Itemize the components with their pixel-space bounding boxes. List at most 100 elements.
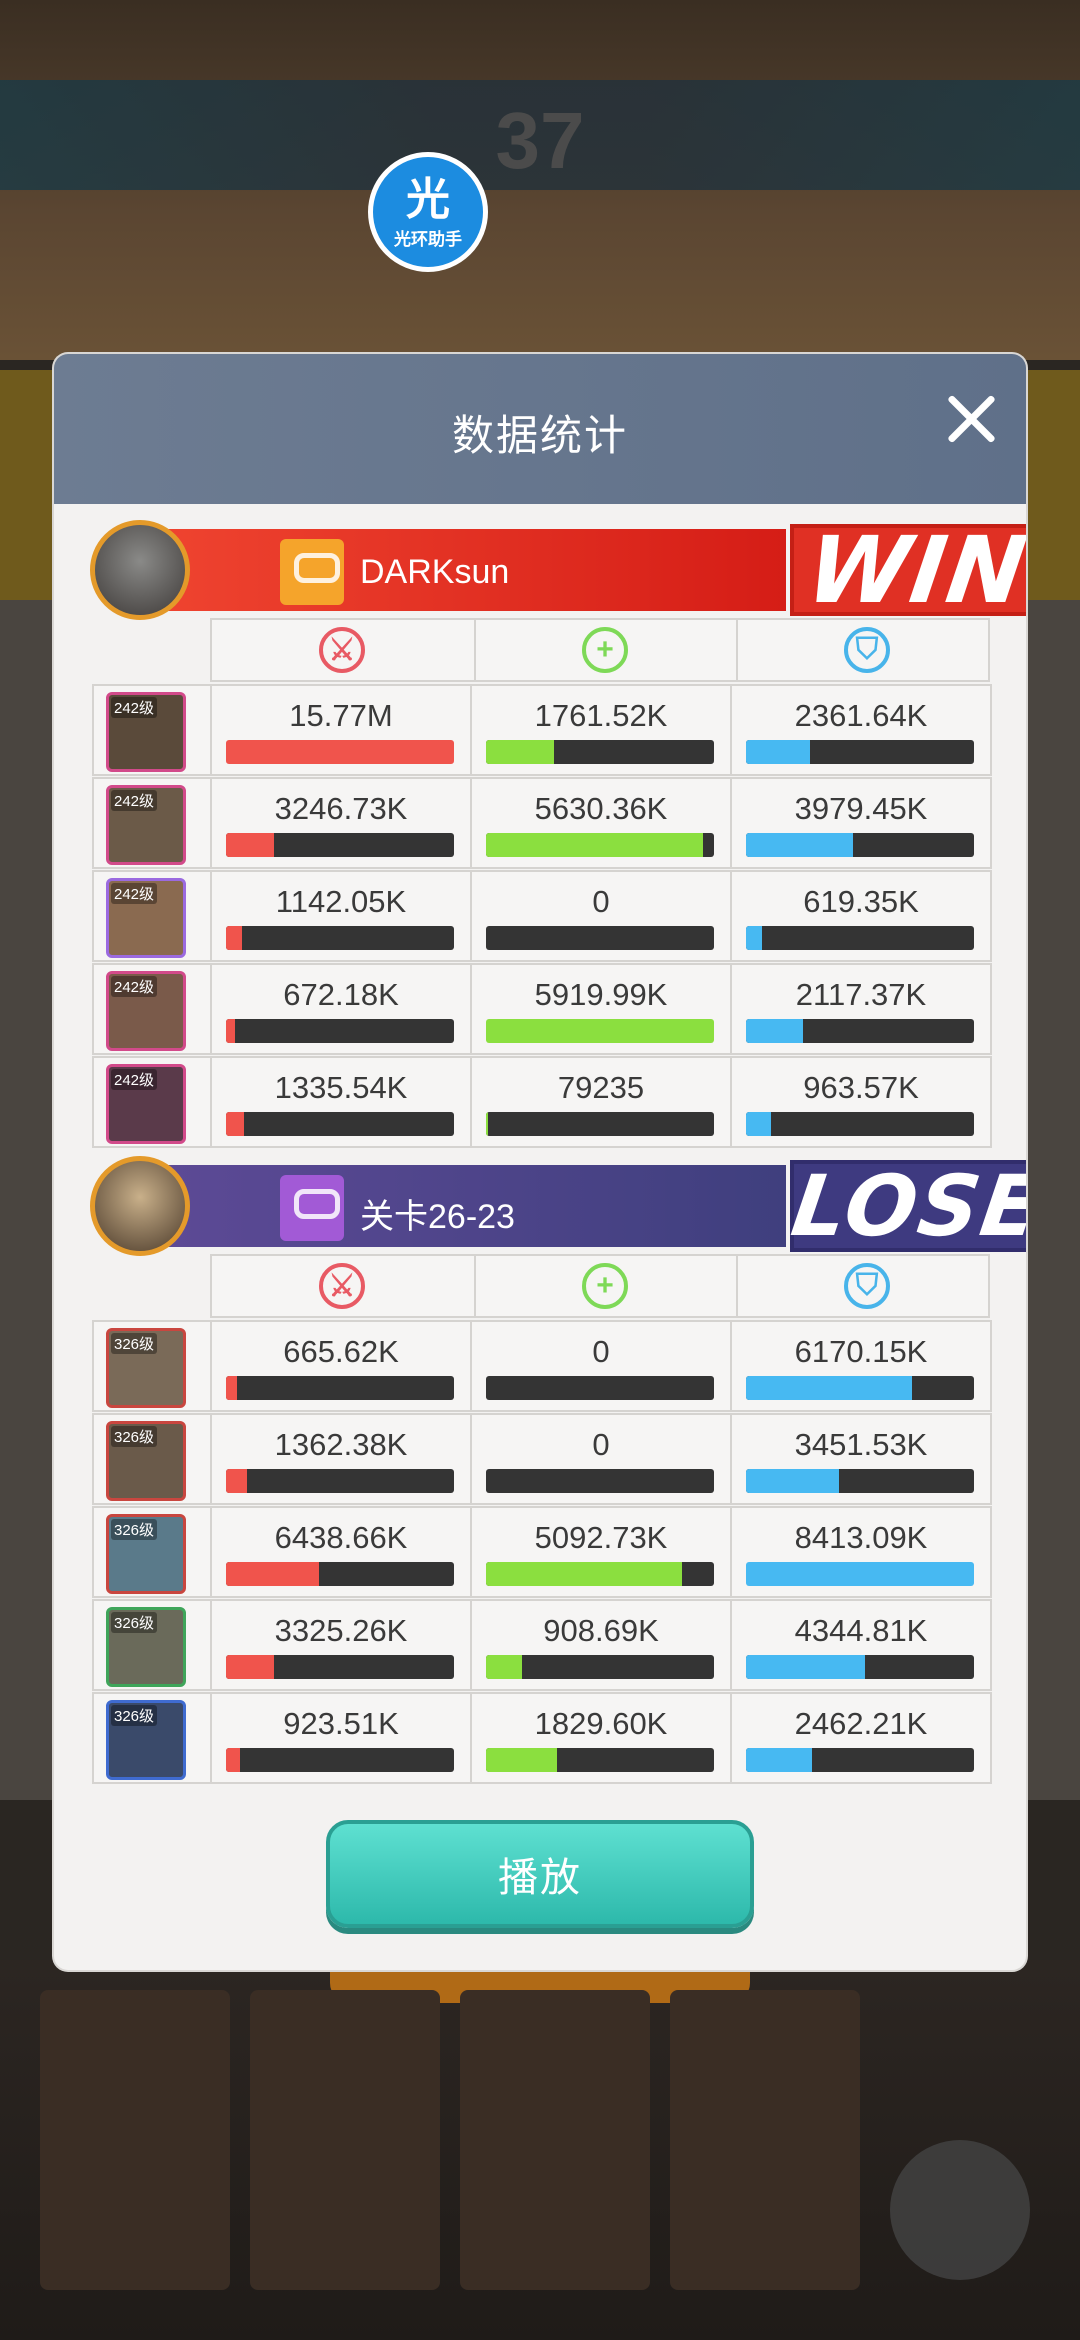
play-button-label: 播放 [498, 1856, 582, 1900]
heal-icon: + [582, 627, 628, 673]
background-hero-card [460, 1990, 650, 2290]
damage-value: 15.77M [289, 698, 393, 733]
defense-bar [746, 1655, 974, 1679]
damage-bar-fill [226, 1748, 240, 1772]
defense-bar [746, 1469, 974, 1493]
hero-cell: 326级 [92, 1413, 210, 1505]
hero-cell: 326级 [92, 1599, 210, 1691]
hero-level: 326级 [111, 1705, 158, 1726]
stat-icons-row: ⚔ + ⛉ [210, 1254, 990, 1318]
team-avatar[interactable] [90, 520, 190, 620]
defense-cell: 8413.09K [730, 1506, 992, 1598]
heal-value: 0 [592, 1334, 610, 1369]
badge-label: 光环助手 [394, 229, 462, 249]
hero-stat-row: 242级 672.18K 5919.99K 2117.37K [92, 963, 992, 1055]
heal-bar-fill [486, 1655, 523, 1679]
hero-level: 326级 [111, 1333, 158, 1354]
defense-cell: 4344.81K [730, 1599, 992, 1691]
damage-bar-fill [226, 1112, 245, 1136]
result-text: WIN [800, 516, 1026, 624]
dialog-title: 数据统计 [451, 412, 628, 459]
hero-stat-row: 326级 665.62K 0 6170.15K [92, 1320, 992, 1412]
heal-cell: 5092.73K [470, 1506, 732, 1598]
defense-bar [746, 926, 974, 950]
heal-cell: 908.69K [470, 1599, 732, 1691]
hero-level: 326级 [111, 1519, 158, 1540]
hero-portrait[interactable]: 326级 [106, 1328, 186, 1408]
team-avatar[interactable] [90, 1156, 190, 1256]
defense-bar [746, 1562, 974, 1586]
heal-bar [486, 1469, 714, 1493]
defense-value: 3979.45K [794, 791, 928, 826]
heal-column-header: + [474, 620, 734, 680]
damage-bar [226, 1019, 454, 1043]
hero-cell: 326级 [92, 1692, 210, 1784]
heal-value: 5919.99K [534, 977, 668, 1012]
hero-level: 242级 [111, 883, 158, 904]
defense-value: 4344.81K [794, 1613, 928, 1648]
hero-stat-row: 326级 1362.38K 0 3451.53K [92, 1413, 992, 1505]
result-badge: WIN [790, 517, 1026, 624]
hero-stat-row: 326级 6438.66K 5092.73K 8413.09K [92, 1506, 992, 1598]
hero-portrait[interactable]: 242级 [106, 1064, 186, 1144]
heal-cell: 1829.60K [470, 1692, 732, 1784]
hero-portrait[interactable]: 326级 [106, 1421, 186, 1501]
damage-value: 6438.66K [274, 1520, 408, 1555]
damage-cell: 3246.73K [210, 777, 472, 869]
close-icon[interactable] [936, 384, 1006, 454]
hero-cell: 242级 [92, 1056, 210, 1148]
damage-value: 1142.05K [275, 884, 407, 919]
heal-bar [486, 1655, 714, 1679]
heal-cell: 0 [470, 1413, 732, 1505]
hero-cell: 242级 [92, 870, 210, 962]
defense-bar [746, 1748, 974, 1772]
heal-cell: 0 [470, 1320, 732, 1412]
hero-cell: 242级 [92, 963, 210, 1055]
defense-cell: 963.57K [730, 1056, 992, 1148]
hero-portrait[interactable]: 326级 [106, 1700, 186, 1780]
result-text: LOSE [786, 1157, 1026, 1255]
hero-stat-row: 242级 1142.05K 0 619.35K [92, 870, 992, 962]
heal-bar [486, 926, 714, 950]
defense-value: 963.57K [803, 1070, 919, 1105]
defense-column-header: ⛉ [736, 620, 996, 680]
heal-bar [486, 1019, 714, 1043]
damage-cell: 6438.66K [210, 1506, 472, 1598]
shield-icon: ⛉ [844, 627, 890, 673]
defense-value: 3451.53K [794, 1427, 928, 1462]
damage-bar-fill [226, 1019, 236, 1043]
damage-bar [226, 1748, 454, 1772]
hero-portrait[interactable]: 326级 [106, 1607, 186, 1687]
damage-bar-fill [226, 740, 454, 764]
heal-value: 5092.73K [534, 1520, 668, 1555]
damage-cell: 1335.54K [210, 1056, 472, 1148]
defense-cell: 3979.45K [730, 777, 992, 869]
damage-value: 665.62K [283, 1334, 399, 1369]
heal-bar-fill [486, 1748, 557, 1772]
heal-bar-fill [486, 1562, 683, 1586]
damage-cell: 15.77M [210, 684, 472, 776]
heal-bar [486, 740, 714, 764]
defense-bar-fill [746, 833, 854, 857]
damage-icon: ⚔ [319, 1263, 365, 1309]
heal-bar-fill [486, 1019, 714, 1043]
hero-portrait[interactable]: 242级 [106, 878, 186, 958]
damage-value: 923.51K [283, 1706, 399, 1741]
play-button[interactable]: 播放 [326, 1820, 754, 1928]
assistant-badge[interactable]: 光 光环助手 [368, 152, 488, 272]
heal-cell: 5919.99K [470, 963, 732, 1055]
stats-dialog: 数据统计 DARKsun WIN ⚔ + ⛉ 242级 15.77M 1761.… [54, 354, 1026, 1970]
defense-bar-fill [746, 1748, 813, 1772]
hero-cell: 326级 [92, 1320, 210, 1412]
team-header-1: DARKsun WIN [90, 517, 1026, 624]
team-header-2: 关卡26-23 LOSE [90, 1156, 1026, 1256]
defense-value: 2462.21K [794, 1706, 928, 1741]
defense-cell: 6170.15K [730, 1320, 992, 1412]
hero-portrait[interactable]: 242级 [106, 692, 186, 772]
defense-bar-fill [746, 1469, 840, 1493]
heal-bar [486, 1748, 714, 1772]
hero-portrait[interactable]: 242级 [106, 785, 186, 865]
hero-portrait[interactable]: 242级 [106, 971, 186, 1051]
hero-portrait[interactable]: 326级 [106, 1514, 186, 1594]
defense-bar [746, 1376, 974, 1400]
